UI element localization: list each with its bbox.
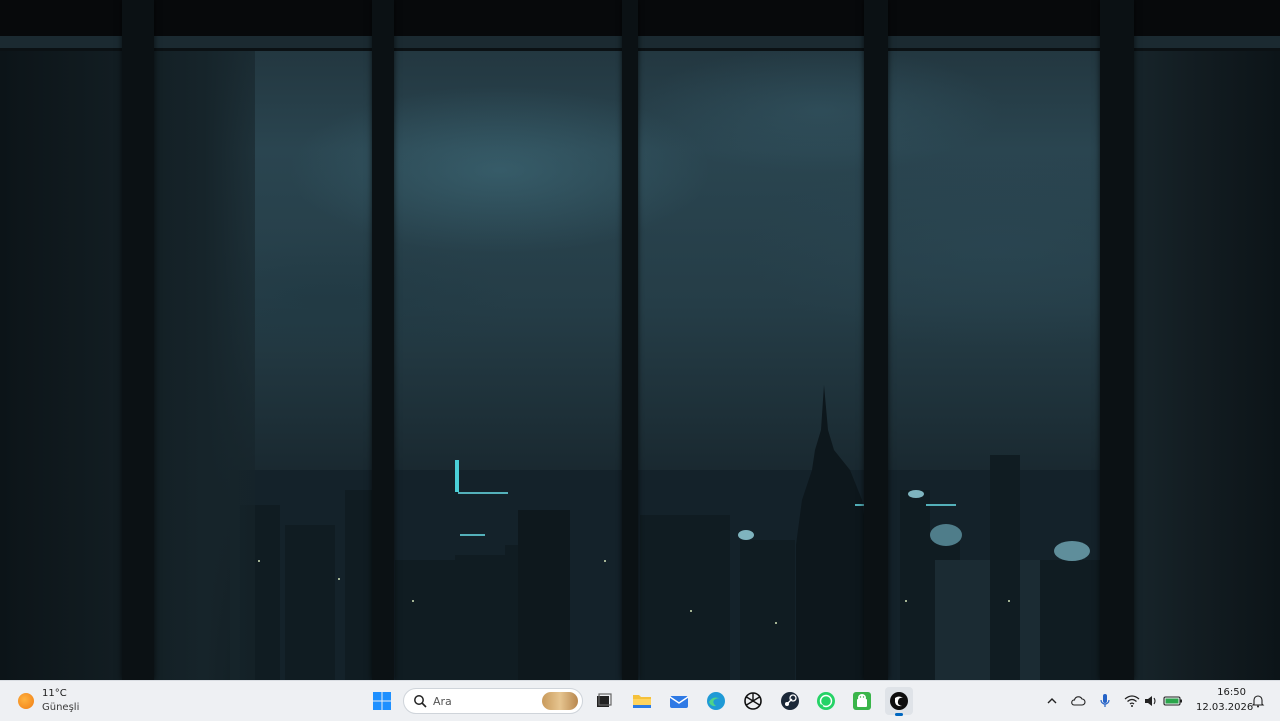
app-icon	[890, 692, 908, 710]
windows-logo-icon[interactable]	[370, 689, 394, 713]
task-view-button[interactable]	[590, 687, 618, 715]
window-mullion-4	[864, 0, 888, 680]
whatsapp-icon	[817, 692, 835, 710]
weather-temperature[interactable]: 11°C	[42, 688, 67, 699]
sun-icon[interactable]	[18, 693, 34, 709]
clock-date[interactable]: 12.03.2026	[1196, 702, 1253, 713]
chevron-up-icon[interactable]	[1042, 691, 1062, 711]
chatgpt-button[interactable]	[739, 687, 767, 715]
window-mullion-5	[1100, 0, 1134, 680]
wifi-icon[interactable]	[1122, 691, 1142, 711]
steam-button[interactable]	[776, 687, 804, 715]
edge-icon	[707, 692, 725, 710]
edge-button[interactable]	[702, 687, 730, 715]
active-app-button[interactable]	[885, 687, 913, 716]
file-explorer-button[interactable]	[628, 687, 656, 715]
weather-condition[interactable]: Güneşli	[42, 702, 79, 713]
window-mullion-3	[622, 0, 638, 680]
battery-icon[interactable]	[1163, 691, 1183, 711]
steam-icon	[781, 692, 799, 710]
desktop-wallpaper	[0, 0, 1280, 680]
window-top-frame	[0, 0, 1280, 36]
window-mullion-2	[372, 0, 394, 680]
mail-button[interactable]	[665, 687, 693, 715]
search-placeholder: Ara	[433, 695, 452, 708]
clock-time[interactable]: 16:50	[1206, 687, 1246, 698]
android-app-button[interactable]	[848, 687, 876, 715]
android-icon	[853, 692, 871, 710]
search-highlight-image	[542, 692, 578, 710]
search-input[interactable]: Ara	[403, 688, 583, 714]
search-icon	[414, 695, 427, 708]
mail-icon	[669, 696, 689, 708]
task-view-icon	[597, 693, 612, 707]
folder-icon	[633, 695, 651, 708]
window-mullion-1	[122, 0, 154, 680]
active-indicator	[895, 713, 903, 716]
microphone-icon[interactable]	[1095, 691, 1115, 711]
speaker-icon[interactable]	[1141, 691, 1161, 711]
cloud-icon[interactable]	[1068, 691, 1088, 711]
taskbar: 11°C Güneşli Ara 16:50 12.03.2026	[0, 680, 1280, 721]
curtain-right	[1130, 36, 1280, 680]
whatsapp-button[interactable]	[812, 687, 840, 715]
window-crossbar	[0, 36, 1280, 51]
chatgpt-icon	[744, 692, 762, 710]
notification-icon[interactable]	[1248, 691, 1268, 711]
